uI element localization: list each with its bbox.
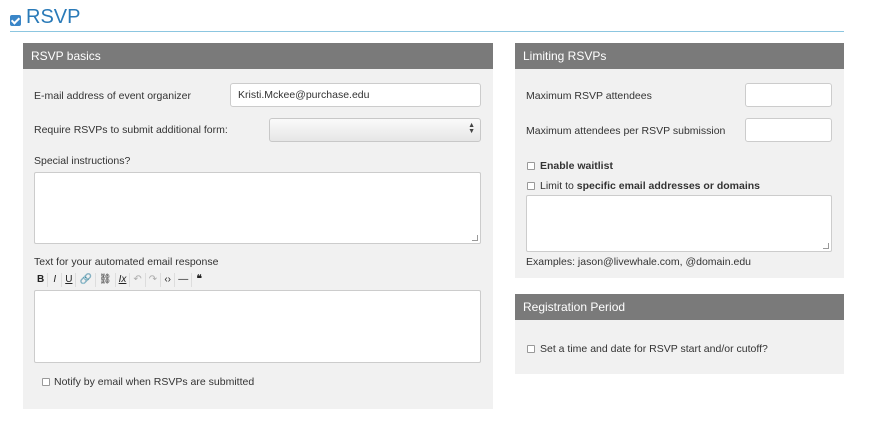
notify-checkbox[interactable] xyxy=(42,378,50,386)
source-code-icon[interactable]: ‹› xyxy=(161,273,176,287)
max-attendees-input[interactable] xyxy=(745,83,832,107)
rsvp-basics-title: RSVP basics xyxy=(23,43,493,69)
redo-icon[interactable]: ↷ xyxy=(146,273,162,287)
editor-toolbar: B I U 🔗 ⛓ Ix ↶ ↷ ‹› — ❝ xyxy=(34,273,206,287)
registration-period-title: Registration Period xyxy=(515,294,844,320)
special-instructions-textarea[interactable] xyxy=(34,172,481,244)
notify-label: Notify by email when RSVPs are submitted xyxy=(54,376,255,388)
special-instructions-label: Special instructions? xyxy=(34,155,131,167)
start-cutoff-checkbox[interactable] xyxy=(527,345,535,353)
italic-button[interactable]: I xyxy=(48,273,63,287)
domain-examples-text: Examples: jason@livewhale.com, @domain.e… xyxy=(526,256,752,268)
rsvp-header: RSVP xyxy=(10,6,844,32)
waitlist-label: Enable waitlist xyxy=(540,160,613,172)
organizer-email-input[interactable]: Kristi.Mckee@purchase.edu xyxy=(230,83,481,107)
unlink-icon[interactable]: ⛓ xyxy=(96,273,116,287)
limiting-rsvps-panel: Limiting RSVPs Maximum RSVP attendees Ma… xyxy=(515,43,844,278)
blockquote-icon[interactable]: ❝ xyxy=(192,273,206,287)
section-title: RSVP xyxy=(26,6,81,28)
max-per-submission-input[interactable] xyxy=(745,118,832,142)
rsvp-basics-panel: RSVP basics E-mail address of event orga… xyxy=(23,43,493,409)
email-response-editor[interactable] xyxy=(34,290,481,363)
clear-format-icon[interactable]: Ix xyxy=(116,273,131,287)
require-form-select[interactable]: ▲ ▼ xyxy=(269,118,481,142)
limit-prefix: Limit to xyxy=(540,180,577,192)
registration-period-panel: Registration Period Set a time and date … xyxy=(515,294,844,374)
limit-domains-checkbox[interactable] xyxy=(527,182,535,190)
link-icon[interactable]: 🔗 xyxy=(76,273,96,287)
waitlist-checkbox[interactable] xyxy=(527,162,535,170)
limiting-rsvps-title: Limiting RSVPs xyxy=(515,43,844,69)
organizer-email-label: E-mail address of event organizer xyxy=(34,90,191,102)
undo-icon[interactable]: ↶ xyxy=(130,273,146,287)
allowed-domains-textarea[interactable] xyxy=(526,195,832,252)
horizontal-rule-icon[interactable]: — xyxy=(175,273,193,287)
resize-grip-icon[interactable] xyxy=(823,243,829,249)
limit-bold: specific email addresses or domains xyxy=(576,180,761,192)
require-form-label: Require RSVPs to submit additional form: xyxy=(34,124,228,136)
bold-button[interactable]: B xyxy=(34,273,49,287)
email-response-label: Text for your automated email response xyxy=(34,256,219,268)
resize-grip-icon[interactable] xyxy=(472,235,478,241)
max-per-submission-label: Maximum attendees per RSVP submission xyxy=(526,125,726,137)
max-attendees-label: Maximum RSVP attendees xyxy=(526,90,652,102)
underline-button[interactable]: U xyxy=(62,273,77,287)
select-arrows-icon: ▲ ▼ xyxy=(468,122,475,135)
limit-domains-label: Limit to specific email addresses or dom… xyxy=(540,180,760,192)
rsvp-enabled-checkbox[interactable] xyxy=(10,15,21,26)
start-cutoff-label: Set a time and date for RSVP start and/o… xyxy=(540,343,768,355)
